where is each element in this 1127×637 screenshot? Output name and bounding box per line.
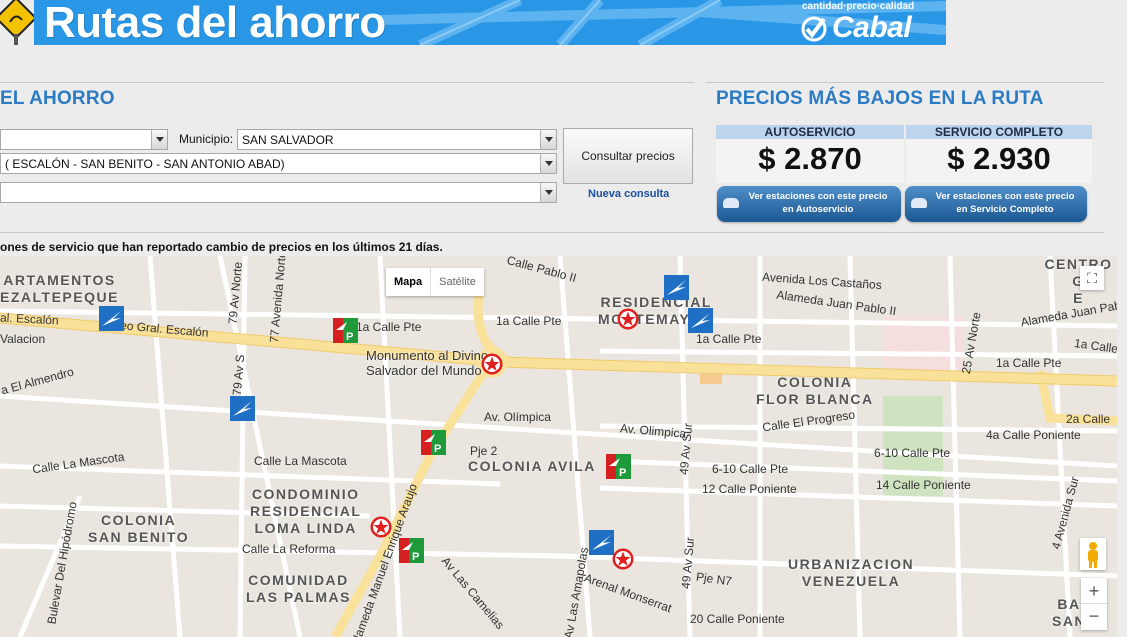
car-icon [911, 198, 927, 208]
fullscreen-icon[interactable]: ⛶ [1080, 266, 1104, 290]
map-area-label: COLONIA FLOR BLANCA [756, 374, 874, 407]
servicio-completo-label: SERVICIO COMPLETO [906, 125, 1092, 139]
servicio-completo-price: $ 2.930 [947, 141, 1051, 176]
street-label: Valacion [0, 332, 46, 346]
street-view-pegman-icon[interactable] [1080, 538, 1106, 570]
street-label: 14 Calle Poniente [876, 478, 971, 492]
svg-text:P: P [619, 467, 626, 479]
autoservicio-price: $ 2.870 [758, 141, 862, 176]
street-label: 12 Calle Poniente [702, 482, 797, 496]
banner-title: Rutas del ahorro [44, 0, 386, 45]
gas-station-star-icon[interactable] [617, 308, 639, 330]
consult-prices-button[interactable]: Consultar precios [563, 128, 693, 184]
gas-station-blue-icon[interactable] [99, 306, 124, 331]
view-completo-stations-button[interactable]: Ver estaciones con este precio en Servic… [905, 186, 1087, 222]
municipio-label: Municipio: [179, 132, 234, 146]
street-label: 4a Calle Poniente [986, 428, 1081, 442]
map-area-label: COMUNIDAD LAS PALMAS [246, 572, 351, 605]
gas-station-blue-icon[interactable] [589, 530, 614, 555]
gas-station-star-icon[interactable] [481, 353, 503, 375]
autoservicio-label: AUTOSERVICIO [716, 125, 904, 139]
header-banner: Rutas del ahorro cantidad·precio·calidad… [0, 0, 946, 45]
gas-station-star-icon[interactable] [370, 516, 392, 538]
gas-station-green-icon[interactable]: P [333, 318, 358, 343]
chevron-down-icon[interactable] [540, 130, 556, 149]
zoom-control: + − [1081, 578, 1107, 630]
gas-station-blue-icon[interactable] [688, 308, 713, 333]
divider [0, 82, 694, 83]
street-label: 1a Calle Pte [496, 314, 562, 328]
form-section-title: EL AHORRO [0, 88, 115, 109]
street-label: Pje 2 [470, 444, 498, 458]
map-area-label: CENTRO G E [1044, 256, 1113, 306]
street-label: 1a Calle Pte [696, 332, 762, 346]
map-area-label: COLONIA SAN BENITO [88, 512, 190, 545]
autoservicio-price-card: AUTOSERVICIO $ 2.870 [716, 125, 904, 183]
page-gutter [1117, 256, 1127, 637]
zona-select[interactable]: ( ESCALÓN - SAN BENITO - SAN ANTONIO ABA… [0, 153, 557, 174]
street-label: 6-10 Calle Pte [712, 462, 789, 476]
map-area-label: URBANIZACION VENEZUELA [788, 556, 915, 589]
chevron-down-icon[interactable] [540, 154, 556, 173]
chevron-down-icon[interactable] [151, 130, 167, 149]
map-view[interactable]: ARTAMENTOS EZALTEPEQUE RESIDENCIAL MONTE… [0, 256, 1117, 637]
new-query-link[interactable]: Nueva consulta [588, 188, 669, 200]
station-select[interactable] [0, 182, 557, 203]
gas-station-green-icon[interactable]: P [606, 454, 631, 479]
update-note: ones de servicio que han reportado cambi… [0, 240, 443, 254]
municipio-select[interactable]: SAN SALVADOR [237, 129, 557, 150]
map-area-label: COLONIA AVILA [468, 458, 596, 474]
road-sign-icon [0, 0, 38, 45]
brand-check-icon [801, 16, 827, 42]
svg-text:P: P [346, 331, 353, 343]
car-icon [723, 198, 739, 208]
brand-logo-text: Cabal [832, 11, 912, 44]
street-label: al. Escalón [0, 310, 60, 328]
chevron-down-icon[interactable] [540, 183, 556, 202]
gas-station-star-icon[interactable] [612, 548, 634, 570]
svg-text:P: P [434, 443, 441, 455]
map-type-control: Mapa Satélite [386, 268, 484, 296]
divider [706, 82, 1104, 83]
street-label: 20 Calle Poniente [690, 612, 785, 626]
street-label: Calle La Mascota [254, 454, 347, 468]
street-label: 2a Calle [1066, 412, 1111, 426]
svg-text:P: P [412, 551, 419, 563]
street-label: Av. Olímpica [484, 410, 551, 424]
gas-station-blue-icon[interactable] [230, 396, 255, 421]
landmark-label: Monumento al Divino Salvador del Mundo [366, 348, 489, 378]
gas-station-blue-icon[interactable] [664, 275, 689, 300]
map-type-option[interactable]: Satélite [430, 268, 484, 296]
gas-station-green-icon[interactable]: P [399, 538, 424, 563]
divider [0, 232, 1104, 233]
street-label: Calle La Reforma [242, 542, 336, 556]
departamento-select[interactable] [0, 129, 168, 150]
street-label: 1a Calle Pte [356, 320, 422, 334]
servicio-completo-price-card: SERVICIO COMPLETO $ 2.930 [906, 125, 1092, 183]
map-area-label: CONDOMINIO RESIDENCIAL LOMA LINDA [250, 486, 362, 536]
view-autoservicio-stations-button[interactable]: Ver estaciones con este precio en Autose… [717, 186, 901, 222]
map-area-label: ARTAMENTOS EZALTEPEQUE [0, 272, 119, 305]
street-label: 1a Calle Pte [996, 356, 1062, 370]
gas-station-green-icon[interactable]: P [421, 430, 446, 455]
zoom-out-button[interactable]: − [1081, 604, 1107, 630]
zoom-in-button[interactable]: + [1081, 578, 1107, 604]
map-type-option[interactable]: Mapa [386, 268, 430, 296]
prices-section-title: PRECIOS MÁS BAJOS EN LA RUTA [716, 88, 1044, 109]
street-label: 6-10 Calle Pte [874, 446, 951, 460]
